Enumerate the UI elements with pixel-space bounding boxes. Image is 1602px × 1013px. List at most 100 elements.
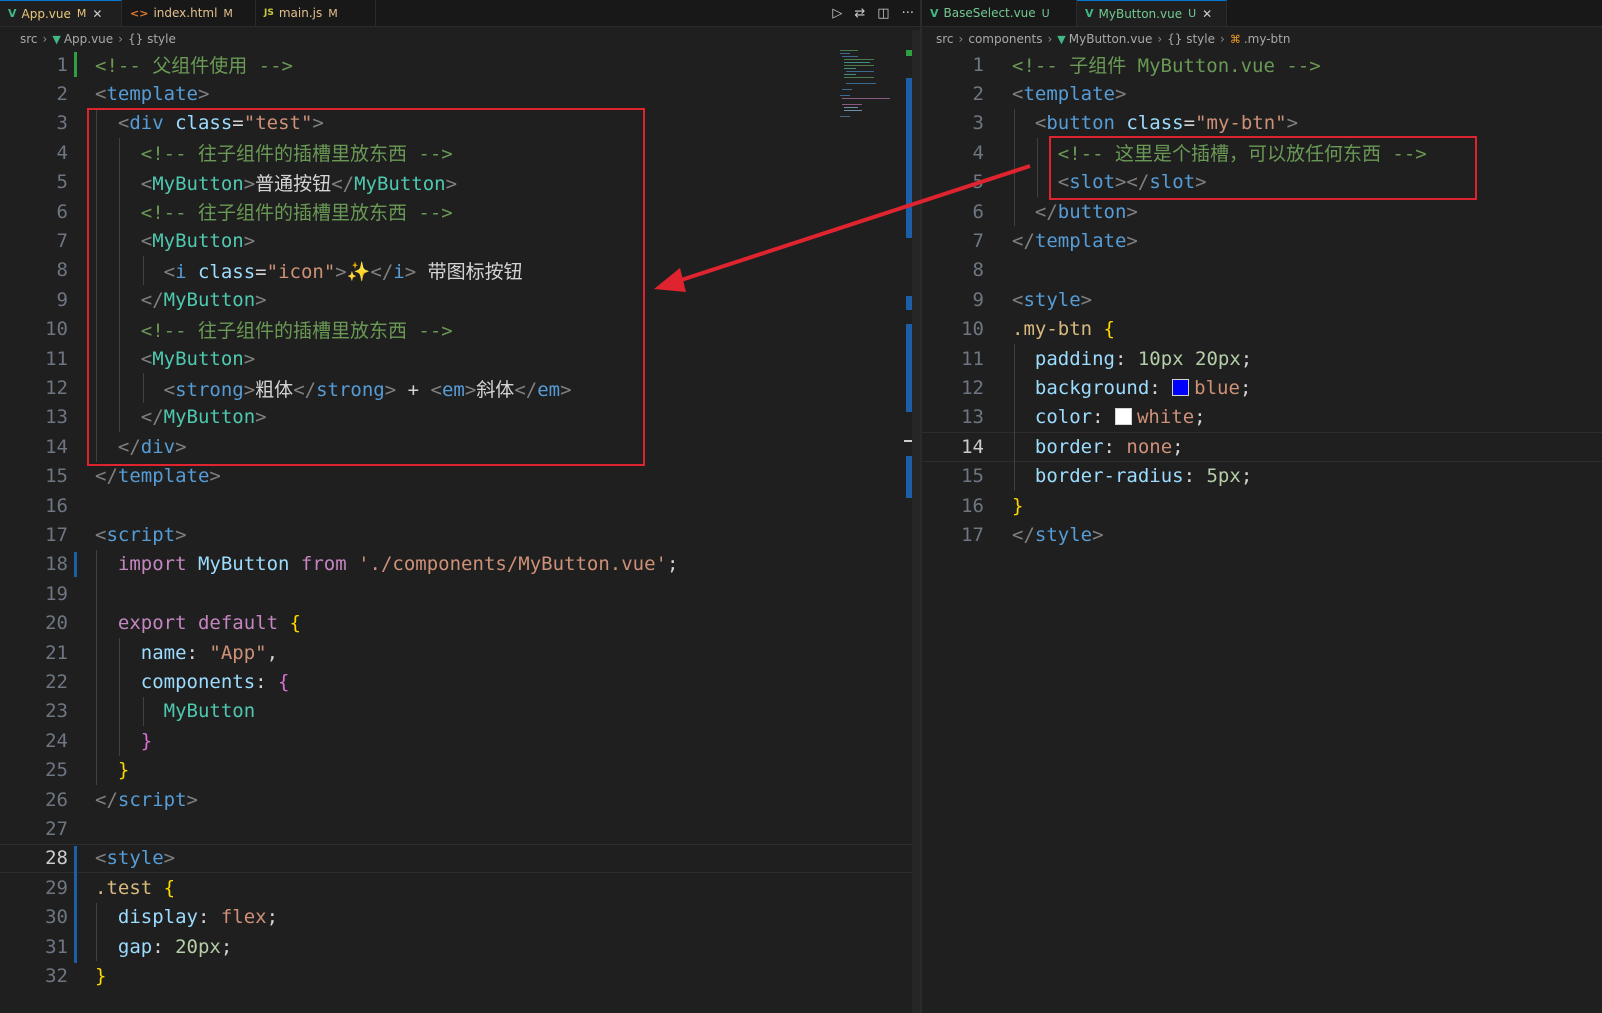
- code-token: template: [106, 83, 198, 106]
- compare-changes-icon[interactable]: ⇄: [854, 6, 865, 21]
- breadcrumb-item[interactable]: App.vue: [64, 32, 113, 46]
- more-actions-icon[interactable]: ···: [902, 6, 914, 21]
- tab-app-vue[interactable]: V App.vue M ✕: [0, 0, 122, 26]
- split-editor-icon[interactable]: ◫: [877, 6, 889, 21]
- code-text: <style>: [95, 847, 175, 869]
- code-token: template: [117, 465, 210, 488]
- code-token: .my-btn: [1012, 318, 1104, 341]
- breadcrumb-item[interactable]: .my-btn: [1244, 32, 1291, 46]
- line-number: 16: [961, 494, 984, 517]
- tab-baseselect-vue[interactable]: V BaseSelect.vue U: [922, 0, 1077, 26]
- code-token: >: [1080, 288, 1093, 311]
- line-number: 4: [56, 141, 68, 164]
- code-line[interactable]: 10 .my-btn {: [922, 315, 1602, 344]
- code-line[interactable]: 3 <button class="my-btn">: [922, 109, 1602, 138]
- color-swatch[interactable]: [1172, 379, 1190, 397]
- code-line[interactable]: 1 <!-- 父组件使用 -->: [0, 50, 920, 79]
- breadcrumb-item[interactable]: components: [968, 32, 1042, 46]
- code-line[interactable]: 16: [0, 491, 920, 520]
- code-line[interactable]: 20 export default {: [0, 609, 920, 638]
- code-line[interactable]: 6 </button>: [922, 197, 1602, 226]
- code-token: }: [95, 729, 153, 752]
- code-token: blue: [1194, 377, 1240, 400]
- breadcrumb-item[interactable]: src: [936, 32, 954, 46]
- code-token: style: [106, 847, 164, 870]
- tab-mybutton-vue[interactable]: V MyButton.vue U ✕: [1077, 0, 1227, 26]
- code-token: >: [1114, 83, 1127, 106]
- code-text: </button>: [1012, 201, 1138, 223]
- code-line[interactable]: 29 .test {: [0, 873, 920, 902]
- git-change-marker[interactable]: [74, 52, 77, 78]
- modified-badge: M: [328, 6, 338, 20]
- close-icon[interactable]: ✕: [92, 7, 102, 21]
- code-line[interactable]: 30 display: flex;: [0, 903, 920, 932]
- tab-label: BaseSelect.vue: [943, 6, 1036, 20]
- code-text: <button class="my-btn">: [1012, 112, 1298, 134]
- code-line[interactable]: 2 <template>: [922, 79, 1602, 108]
- breadcrumb: src › components › ▼ MyButton.vue › {} s…: [922, 28, 1602, 50]
- code-token: :: [1183, 465, 1207, 488]
- code-line[interactable]: 2 <template>: [0, 79, 920, 108]
- modified-badge: M: [76, 7, 87, 20]
- git-change-marker[interactable]: [74, 551, 77, 578]
- code-token: >: [1092, 524, 1104, 547]
- code-token: :: [186, 641, 210, 664]
- code-line[interactable]: 18 import MyButton from './components/My…: [0, 550, 920, 579]
- code-token: </: [95, 465, 118, 488]
- code-line[interactable]: 7 </template>: [922, 226, 1602, 255]
- code-line[interactable]: 24 }: [0, 726, 920, 755]
- line-number: 15: [961, 465, 984, 488]
- line-number: 17: [45, 524, 68, 547]
- code-token: :: [255, 671, 279, 694]
- code-line[interactable]: 12 background: blue;: [922, 373, 1602, 402]
- vertical-scrollbar[interactable]: [912, 30, 920, 1013]
- code-token: <: [1012, 83, 1024, 106]
- code-line[interactable]: 19: [0, 579, 920, 608]
- code-line[interactable]: 21 name: "App",: [0, 638, 920, 667]
- code-line[interactable]: 22 components: {: [0, 667, 920, 696]
- code-line[interactable]: 14 border: none;: [922, 432, 1602, 461]
- chevron-right-icon: ›: [42, 32, 48, 46]
- vue-file-icon: V: [8, 7, 17, 20]
- code-line[interactable]: 15 </template>: [0, 462, 920, 491]
- color-swatch[interactable]: [1114, 408, 1132, 426]
- indent-guide: [119, 638, 120, 756]
- breadcrumb-item[interactable]: MyButton.vue: [1069, 32, 1153, 46]
- code-line[interactable]: 23 MyButton: [0, 697, 920, 726]
- code-line[interactable]: 13 color: white;: [922, 403, 1602, 432]
- tab-index-html[interactable]: <> index.html M: [122, 0, 256, 26]
- code-line[interactable]: 17 </style>: [922, 520, 1602, 549]
- git-change-marker[interactable]: [74, 845, 77, 964]
- code-line[interactable]: 11 padding: 10px 20px;: [922, 344, 1602, 373]
- line-number: 9: [56, 288, 68, 311]
- code-line[interactable]: 26 </script>: [0, 785, 920, 814]
- code-line[interactable]: 15 border-radius: 5px;: [922, 462, 1602, 491]
- code-line[interactable]: 32}: [0, 961, 920, 990]
- code-line[interactable]: 8: [922, 256, 1602, 285]
- breadcrumb-item[interactable]: src: [20, 32, 38, 46]
- tab-main-js[interactable]: JS main.js M: [256, 0, 376, 26]
- code-line[interactable]: 25 }: [0, 756, 920, 785]
- code-line[interactable]: 16}: [922, 491, 1602, 520]
- code-line[interactable]: 31 gap: 20px;: [0, 932, 920, 961]
- code-text: background: blue;: [1012, 377, 1252, 400]
- run-icon[interactable]: ▷: [832, 6, 842, 21]
- breadcrumb-item[interactable]: {} style: [1167, 32, 1215, 46]
- code-token: .test: [95, 876, 164, 899]
- line-number: 6: [56, 200, 68, 223]
- untracked-badge: U: [1041, 6, 1050, 20]
- code-token: style: [1023, 288, 1081, 311]
- code-line[interactable]: 27: [0, 814, 920, 843]
- breadcrumb-item[interactable]: {} style: [128, 32, 176, 46]
- close-icon[interactable]: ✕: [1202, 7, 1212, 21]
- code-line[interactable]: 28 <style>: [0, 844, 920, 873]
- line-number: 8: [972, 259, 984, 282]
- code-line[interactable]: 1 <!-- 子组件 MyButton.vue -->: [922, 50, 1602, 79]
- code-line[interactable]: 17 <script>: [0, 520, 920, 549]
- code-text: </script>: [95, 789, 198, 811]
- code-token: </: [1012, 524, 1035, 547]
- minimap[interactable]: [838, 50, 908, 120]
- code-line[interactable]: 9 <style>: [922, 285, 1602, 314]
- code-token: white: [1136, 406, 1195, 429]
- code-text: </template>: [95, 465, 221, 487]
